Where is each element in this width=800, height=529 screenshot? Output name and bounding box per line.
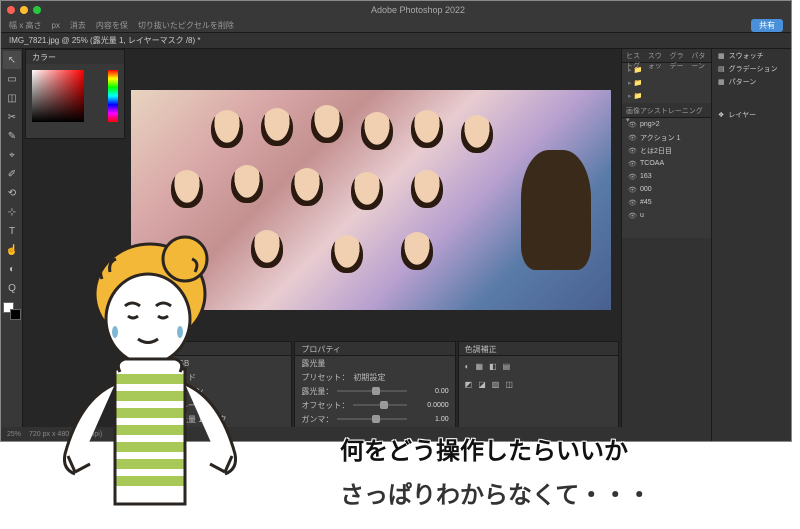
- layer-item[interactable]: 👁#45: [622, 196, 711, 209]
- color-picker[interactable]: [32, 70, 84, 122]
- titlebar: Adobe Photoshop 2022: [1, 1, 791, 19]
- pattern-panel[interactable]: ▦ パターン: [712, 75, 791, 88]
- window-controls[interactable]: [7, 6, 41, 14]
- color-swatches[interactable]: [3, 302, 21, 320]
- swatch-panel[interactable]: ▦ スウォッチ: [712, 49, 791, 62]
- unit-label: px: [51, 21, 59, 30]
- document-tab[interactable]: IMG_7821.jpg @ 25% (露光量 1, レイヤーマスク /8) *: [9, 35, 201, 46]
- layer-item[interactable]: 👁TCOAA: [622, 157, 711, 170]
- hand-tool[interactable]: ☝: [3, 241, 21, 259]
- clear-button[interactable]: 消去: [70, 20, 86, 31]
- eyedropper-tool[interactable]: ✎: [3, 127, 21, 145]
- stamp-tool[interactable]: ✐: [3, 165, 21, 183]
- color-panel: カラー: [25, 49, 125, 139]
- layer-item[interactable]: 👁163: [622, 170, 711, 183]
- app-title: Adobe Photoshop 2022: [51, 5, 785, 15]
- adjustments-title[interactable]: 色調補正: [459, 342, 618, 356]
- color-panel-title[interactable]: カラー: [26, 50, 124, 64]
- layer-item[interactable]: 👁u: [622, 209, 711, 222]
- adjust-icon[interactable]: ◐: [465, 362, 470, 371]
- delete-pixels[interactable]: 切り抜いたピクセルを削除: [138, 20, 234, 31]
- adjust-icon[interactable]: ▦: [476, 362, 484, 371]
- adjust-icon[interactable]: ◩: [465, 380, 473, 389]
- overlay-text-1: 何をどう操作したらいいか: [340, 431, 628, 466]
- overlay-text-2: さっぱりわからなくて・・・: [340, 475, 651, 510]
- exposure-slider[interactable]: [337, 390, 406, 392]
- eraser-tool[interactable]: ⟲: [3, 184, 21, 202]
- gamma-slider[interactable]: [337, 418, 406, 420]
- layer-item[interactable]: 👁000: [622, 183, 711, 196]
- document-tabs: IMG_7821.jpg @ 25% (露光量 1, レイヤーマスク /8) *: [1, 33, 791, 49]
- adjustments-panel: 色調補正 ◐ ▦ ◧ ▤ ◩ ◪ ▨ ◫: [458, 341, 619, 439]
- adjust-icon[interactable]: ▨: [492, 380, 500, 389]
- close-icon[interactable]: [7, 6, 15, 14]
- adjust-icon[interactable]: ◪: [478, 380, 486, 389]
- lasso-tool[interactable]: ◫: [3, 89, 21, 107]
- quick-mask[interactable]: Q: [3, 279, 21, 297]
- hue-slider[interactable]: [108, 70, 118, 122]
- layers-panel[interactable]: ❖ レイヤー: [712, 108, 791, 121]
- gradient-tool[interactable]: ⊹: [3, 203, 21, 221]
- right-panels: ヒストグスウォッグラデーパターン ▸ 📁 ▸ 📁 ▸ 📁 画像アシストレーニング…: [621, 49, 791, 441]
- type-tool[interactable]: T: [3, 222, 21, 240]
- panel-tabs[interactable]: ヒストグスウォッグラデーパターン: [622, 49, 711, 63]
- layers-header[interactable]: 画像アシストレーニング ▾: [622, 104, 711, 118]
- crop-tool[interactable]: ✂: [3, 108, 21, 126]
- minimize-icon[interactable]: [20, 6, 28, 14]
- content-aware[interactable]: 内容を保: [96, 20, 128, 31]
- maximize-icon[interactable]: [33, 6, 41, 14]
- layer-item[interactable]: 👁とは2日目: [622, 144, 711, 157]
- zoom-level[interactable]: 25%: [7, 431, 21, 438]
- layer-item[interactable]: 👁png>2: [622, 118, 711, 131]
- cartoon-character: [20, 224, 300, 524]
- adjust-icon[interactable]: ◧: [489, 362, 497, 371]
- zoom-tool[interactable]: ◐: [3, 260, 21, 278]
- layer-item[interactable]: 👁アクション 1: [622, 131, 711, 144]
- options-bar: 幅 x 高さ px 消去 内容を保 切り抜いたピクセルを削除 共有: [1, 19, 791, 33]
- crop-dimension[interactable]: 幅 x 高さ: [9, 20, 41, 31]
- gradient-panel[interactable]: ▤ グラデーション: [712, 62, 791, 75]
- offset-slider[interactable]: [353, 404, 406, 406]
- brush-tool[interactable]: ⌖: [3, 146, 21, 164]
- properties-panel: プロパティ 露光量 プリセット：初期設定 露光量：0.00 オフセット：0.00…: [294, 341, 455, 439]
- marquee-tool[interactable]: ▭: [3, 70, 21, 88]
- share-button[interactable]: 共有: [751, 19, 783, 32]
- adjust-icon[interactable]: ◫: [505, 380, 513, 389]
- adjust-icon[interactable]: ▤: [503, 362, 511, 371]
- move-tool[interactable]: ↖: [3, 51, 21, 69]
- properties-title[interactable]: プロパティ: [295, 342, 454, 356]
